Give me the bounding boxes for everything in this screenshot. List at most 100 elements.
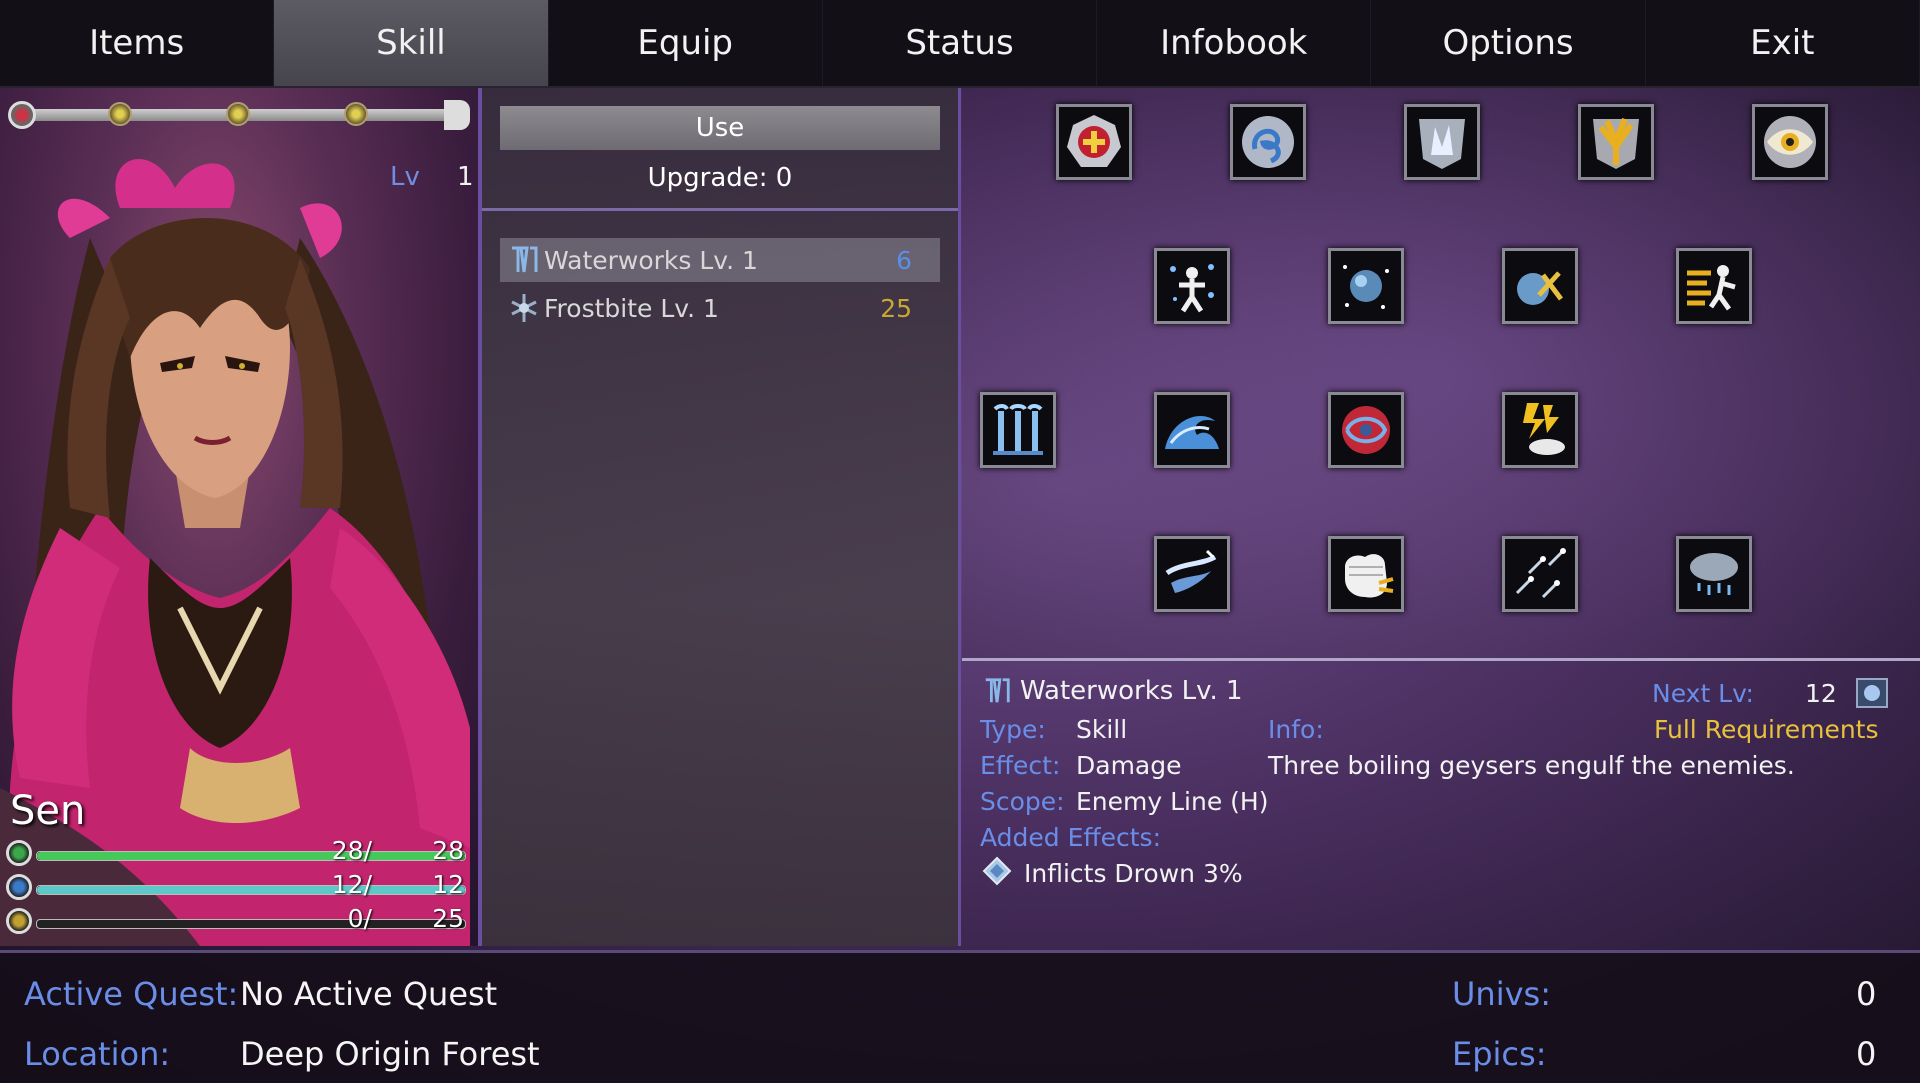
mp-current: 12/ xyxy=(331,870,372,899)
limit-orb-icon xyxy=(6,908,32,934)
skill-cost: 25 xyxy=(880,293,912,323)
waterworks-icon xyxy=(985,678,1010,703)
grid-swirl[interactable] xyxy=(1230,104,1306,180)
limit-max: 25 xyxy=(432,904,464,933)
tab-status[interactable]: Status xyxy=(823,0,1098,86)
divider xyxy=(482,208,958,211)
skill-info-title: Waterworks Lv. 1 xyxy=(982,676,1243,706)
grid-orb[interactable] xyxy=(1328,248,1404,324)
experience-track xyxy=(8,100,470,130)
orb-strike-icon xyxy=(1517,271,1563,305)
wind-slash-icon xyxy=(1165,549,1217,593)
info-label: Info: xyxy=(1268,715,1324,744)
tab-exit[interactable]: Exit xyxy=(1646,0,1920,86)
added-effect-value: Inflicts Drown 3% xyxy=(1024,859,1243,888)
tab-options[interactable]: Options xyxy=(1371,0,1646,86)
frostbite-icon xyxy=(511,294,537,322)
grid-golden-branch[interactable] xyxy=(1578,104,1654,180)
skill-grid-panel xyxy=(962,88,1920,658)
next-level-value: 12 xyxy=(1805,679,1837,708)
mp-fill xyxy=(37,886,465,894)
scope-value: Enemy Line (H) xyxy=(1076,787,1269,816)
tab-items[interactable]: Items xyxy=(0,0,275,86)
limit-current: 0/ xyxy=(347,904,372,933)
grid-eye[interactable] xyxy=(1752,104,1828,180)
hp-max: 28 xyxy=(432,836,464,865)
grid-orb-strike[interactable] xyxy=(1502,248,1578,324)
waterworks-icon xyxy=(512,246,538,273)
mp-bar: 12/ 12 xyxy=(6,870,472,902)
skill-name: Frostbite Lv. 1 xyxy=(544,293,719,323)
wave-icon xyxy=(1165,416,1219,449)
skill-info-panel: Waterworks Lv. 1 Next Lv: 12 Type: Skill… xyxy=(962,661,1920,946)
hp-fill xyxy=(37,852,465,860)
meteor-shower-icon xyxy=(1515,548,1566,599)
grid-dash-figure[interactable] xyxy=(1676,248,1752,324)
level-label: Lv xyxy=(390,162,420,192)
grid-waterworks[interactable] xyxy=(980,392,1056,468)
univs-value: 0 xyxy=(1856,975,1877,1013)
grid-fist[interactable] xyxy=(1328,536,1404,612)
grid-heal-cross[interactable] xyxy=(1056,104,1132,180)
next-level-label: Next Lv: xyxy=(1652,679,1754,708)
mp-orb-icon xyxy=(6,874,32,900)
limit-track xyxy=(36,919,466,929)
epics-value: 0 xyxy=(1856,1035,1877,1073)
limit-bar: 0/ 25 xyxy=(6,904,472,936)
drown-effect-icon xyxy=(982,856,1012,886)
grid-sparkle-figure[interactable] xyxy=(1154,248,1230,324)
grid-wave[interactable] xyxy=(1154,392,1230,468)
grid-meteor-shower[interactable] xyxy=(1502,536,1578,612)
lightning-cloud-icon xyxy=(1523,403,1565,455)
hp-orb-icon xyxy=(6,840,32,866)
type-value: Skill xyxy=(1076,715,1128,744)
experience-end-node xyxy=(444,100,470,130)
sparkle-figure-icon xyxy=(1170,264,1214,313)
added-effects-label: Added Effects: xyxy=(980,823,1161,852)
tab-skill[interactable]: Skill xyxy=(274,0,549,86)
skill-name: Waterworks Lv. 1 xyxy=(544,245,758,275)
upgrade-button[interactable]: Upgrade: 0 xyxy=(500,158,940,198)
full-requirements-link[interactable]: Full Requirements xyxy=(1654,715,1879,744)
effect-label: Effect: xyxy=(980,751,1061,780)
scope-label: Scope: xyxy=(980,787,1065,816)
grid-ice-shield[interactable] xyxy=(1404,104,1480,180)
ice-shield-icon xyxy=(1419,119,1465,169)
experience-start-node xyxy=(8,101,36,129)
hp-bar: 28/ 28 xyxy=(6,836,472,868)
active-quest-value: No Active Quest xyxy=(240,975,498,1013)
mp-max: 12 xyxy=(432,870,464,899)
skill-cost: 6 xyxy=(896,245,912,275)
dash-figure-icon xyxy=(1687,265,1736,311)
grid-storm-cloud[interactable] xyxy=(1676,536,1752,612)
status-footer: Active Quest: No Active Quest Location: … xyxy=(0,950,1920,1083)
tab-equip[interactable]: Equip xyxy=(549,0,823,86)
univs-label: Univs: xyxy=(1452,975,1551,1013)
skill-list-panel: Use Upgrade: 0 Waterworks Lv. 1 6 Frostb… xyxy=(482,88,961,946)
hp-track xyxy=(36,851,466,861)
swirl-icon xyxy=(1242,116,1294,168)
character-name: Sen xyxy=(10,788,86,834)
gem-icon xyxy=(1856,678,1888,708)
hp-current: 28/ xyxy=(331,836,372,865)
tab-infobook[interactable]: Infobook xyxy=(1097,0,1372,86)
eye-icon xyxy=(1764,116,1816,168)
main-menu-bar: Items Skill Equip Status Infobook Option… xyxy=(0,0,1920,88)
waterworks-icon xyxy=(993,404,1043,455)
grid-lightning-cloud[interactable] xyxy=(1502,392,1578,468)
experience-node xyxy=(108,102,132,126)
type-label: Type: xyxy=(980,715,1046,744)
use-button[interactable]: Use xyxy=(500,106,940,150)
experience-node xyxy=(344,102,368,126)
grid-wind-slash[interactable] xyxy=(1154,536,1230,612)
level-value: 1 xyxy=(457,162,474,192)
golden-branch-icon xyxy=(1593,117,1639,169)
skill-list-item-frostbite[interactable]: Frostbite Lv. 1 25 xyxy=(500,286,940,330)
location-label: Location: xyxy=(24,1035,171,1073)
effect-value: Damage xyxy=(1076,751,1182,780)
storm-cloud-icon xyxy=(1690,553,1738,595)
grid-red-vortex[interactable] xyxy=(1328,392,1404,468)
orb-icon xyxy=(1343,265,1389,309)
character-portrait-panel: Lv 1 Sen 28/ 28 12/ 12 0/ 25 xyxy=(0,88,482,946)
skill-list-item-waterworks[interactable]: Waterworks Lv. 1 6 xyxy=(500,238,940,282)
